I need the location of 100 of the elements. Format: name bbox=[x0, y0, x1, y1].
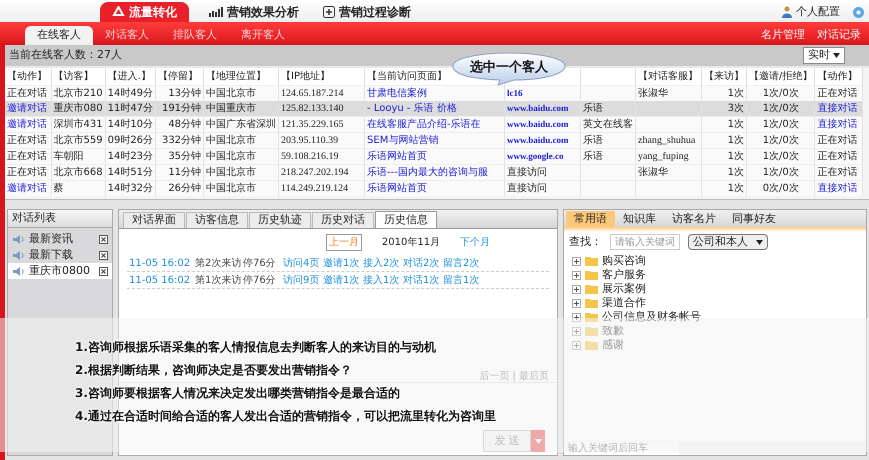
source-link[interactable]: www.baidu.com bbox=[507, 134, 569, 144]
expand-icon[interactable] bbox=[572, 284, 581, 294]
action-link[interactable]: 正在对话 bbox=[7, 166, 47, 178]
history-link[interactable]: 邀请1次 bbox=[323, 256, 363, 270]
header-link[interactable]: 对话记录 bbox=[817, 26, 861, 45]
column-header[interactable]: 【来访】 bbox=[704, 70, 744, 82]
close-icon[interactable] bbox=[99, 250, 108, 260]
action-link[interactable]: 直接对话 bbox=[817, 118, 858, 130]
folder-tree-item[interactable]: 客户服务 bbox=[572, 268, 866, 282]
action-link[interactable]: 正在对话 bbox=[7, 88, 47, 98]
action-link[interactable]: 邀请对话 bbox=[7, 182, 47, 194]
settings-icon[interactable] bbox=[852, 6, 865, 19]
action-link[interactable]: 正在对话 bbox=[7, 134, 47, 146]
history-link[interactable]: 访问9页 bbox=[283, 272, 323, 288]
visit-time-link[interactable]: 11-05 16:02 bbox=[129, 272, 195, 288]
action-link[interactable]: 邀请对话 bbox=[7, 118, 47, 130]
expand-icon[interactable] bbox=[572, 298, 581, 308]
mode-select[interactable]: 实时 bbox=[803, 47, 845, 64]
column-header[interactable]: 【访客】 bbox=[54, 70, 94, 82]
header-link[interactable]: 名片管理 bbox=[761, 26, 805, 45]
table-cell: zhang_shuhua bbox=[638, 134, 696, 146]
column-header[interactable]: 【地理位置】 bbox=[206, 70, 266, 82]
scope-select[interactable]: 公司和本人 bbox=[688, 234, 768, 250]
history-link[interactable]: 访问4页 bbox=[283, 256, 323, 270]
panel-tab[interactable]: 常用语 bbox=[566, 211, 615, 227]
expand-icon[interactable] bbox=[572, 270, 581, 280]
page-link[interactable]: 乐语网站首页 bbox=[367, 182, 428, 194]
top-tab[interactable]: 营销过程诊断 bbox=[311, 2, 423, 22]
top-tab[interactable]: 流量转化 bbox=[100, 2, 189, 22]
action-link[interactable]: 正在对话 bbox=[817, 134, 858, 146]
column-header[interactable]: 【当前访问页面】 bbox=[367, 70, 448, 82]
panel-tab[interactable]: 历史对话 bbox=[312, 212, 374, 228]
panel-tab[interactable]: 历史轨迹 bbox=[249, 212, 311, 228]
folder-tree-item[interactable]: 渠道合作 bbox=[572, 296, 866, 310]
column-header[interactable]: 【进入.】 bbox=[108, 70, 151, 82]
user-menu[interactable]: 个人配置 bbox=[782, 2, 840, 22]
search-field[interactable]: 请输入关键词 bbox=[610, 234, 680, 250]
history-link[interactable]: 接入2次 bbox=[363, 256, 403, 270]
chat-list-item[interactable]: 最新下载 bbox=[8, 247, 112, 263]
visitor-row[interactable]: 邀请对话 蔡 14时32分 26分钟 中国北京市 114.249.219.124 乐语网站首页 直接访问 1次 0次/0次 直接对话 bbox=[5, 180, 863, 196]
column-header[interactable]: 【动作】 bbox=[7, 70, 47, 82]
visitor-row[interactable]: 正在对话 车朝阳 14时23分 35分钟 中国北京市 59.108.216.19 乐语网站首页 www.google.co 乐语 yang_fuping 1次 1次/0次 正在对话 bbox=[5, 148, 863, 164]
folder-tree-item[interactable]: 公司信息及财务帐号 bbox=[572, 310, 866, 324]
history-link[interactable]: 对话1次 bbox=[403, 272, 443, 288]
panel-tab[interactable]: 访客名片 bbox=[664, 211, 724, 227]
visitor-row[interactable]: 邀请对话 深圳市431 14时10分 48分钟 中国广东省深圳 121.35.229.165 在线客服产品介绍-乐语在 www.baidu.com 英文在线客 1次 1次/0次 直接对话 bbox=[5, 116, 863, 132]
page-link[interactable]: 甘肃电信案例 bbox=[367, 88, 428, 98]
source-link[interactable]: www.baidu.com bbox=[507, 118, 569, 128]
source-link[interactable]: 直接访问 bbox=[507, 166, 548, 178]
expand-icon[interactable] bbox=[572, 312, 581, 322]
panel-tab[interactable]: 知识库 bbox=[615, 211, 664, 227]
action-link[interactable]: 正在对话 bbox=[7, 150, 47, 162]
history-link[interactable]: 留言2次 bbox=[443, 256, 483, 270]
visitor-row[interactable]: 正在对话 北京市668 14时51分 11分钟 中国北京市 218.247.202.194 乐语---国内最大的咨询与服 直接访问 张淑华 1次 1次/0次 正在对话 bbox=[5, 164, 863, 180]
visit-time-link[interactable]: 11-05 16:02 bbox=[129, 256, 195, 270]
action-link[interactable]: 正在对话 bbox=[817, 88, 858, 98]
action-link[interactable]: 直接对话 bbox=[817, 102, 858, 114]
page-link[interactable]: - Looyu - 乐语 价格 bbox=[367, 102, 457, 114]
column-header[interactable]: 【停留】 bbox=[158, 70, 198, 82]
source-link[interactable]: 直接访问 bbox=[507, 182, 548, 194]
keyword-field[interactable]: 输入关键词后回车 bbox=[564, 442, 679, 454]
chat-list-item[interactable]: 重庆市0800 bbox=[8, 263, 112, 279]
folder-tree-item[interactable]: 展示案例 bbox=[572, 282, 866, 296]
sub-tab[interactable]: 在线客人 bbox=[25, 26, 93, 45]
history-link[interactable]: 邀请1次 bbox=[323, 272, 363, 288]
history-link[interactable]: 接入1次 bbox=[363, 272, 403, 288]
visitor-row[interactable]: 正在对话 北京市210 14时49分 13分钟 中国北京市 124.65.187.214 甘肃电信案例 lc16 张淑华 1次 1次/0次 正在对话 bbox=[5, 85, 863, 100]
column-header[interactable]: 【对话客服】 bbox=[638, 70, 698, 82]
action-link[interactable]: 正在对话 bbox=[817, 150, 858, 162]
table-cell: 14时51分 bbox=[108, 166, 154, 178]
page-link[interactable]: 乐语---国内最大的咨询与服 bbox=[367, 166, 488, 178]
page-link[interactable]: 在线客服产品介绍-乐语在 bbox=[367, 118, 481, 130]
action-link[interactable]: 直接对话 bbox=[817, 182, 858, 194]
panel-tab[interactable]: 历史信息 bbox=[375, 211, 437, 228]
column-header[interactable]: 【IP地址】 bbox=[281, 70, 330, 82]
page-link[interactable]: SEM与网站营销 bbox=[367, 134, 438, 146]
action-link[interactable]: 邀请对话 bbox=[7, 102, 47, 114]
source-link[interactable]: lc16 bbox=[507, 88, 523, 98]
close-icon[interactable] bbox=[99, 234, 108, 244]
close-icon[interactable] bbox=[99, 266, 108, 276]
table-cell: 1次/0次 bbox=[762, 88, 799, 98]
column-header[interactable]: 【邀请/拒绝】 bbox=[749, 70, 812, 82]
history-link[interactable]: 留言1次 bbox=[443, 272, 483, 288]
panel-tab[interactable]: 访客信息 bbox=[186, 212, 248, 228]
page-link[interactable]: 乐语网站首页 bbox=[367, 150, 428, 162]
callout: 选中一个客人 bbox=[452, 52, 566, 86]
panel-tab[interactable]: 对话界面 bbox=[123, 212, 185, 228]
visitor-row[interactable]: 正在对话 北京市559 09时26分 332分钟 中国北京市 203.95.110.39 SEM与网站营销 www.baidu.com 乐语 zhang_shuhua 1次 1次/0次 正在对话 bbox=[5, 132, 863, 148]
visitor-row[interactable]: 邀请对话 重庆市080 11时47分 191分钟 中国重庆市 125.82.133.140 - Looyu - 乐语 价格 www.baidu.com 乐语 3次 1次/0次 直接对话 bbox=[5, 100, 863, 116]
history-link[interactable]: 对话2次 bbox=[403, 256, 443, 270]
next-month-link[interactable]: 下个月 bbox=[460, 235, 490, 250]
column-header[interactable]: 【动作】 bbox=[817, 70, 858, 82]
source-link[interactable]: www.google.co bbox=[507, 150, 564, 160]
source-link[interactable]: www.baidu.com bbox=[507, 102, 569, 112]
expand-icon[interactable] bbox=[572, 256, 581, 266]
chat-list-item[interactable]: 最新资讯 bbox=[8, 231, 112, 247]
folder-tree-item[interactable]: 购买咨询 bbox=[572, 254, 866, 268]
top-tab[interactable]: 营销效果分析 bbox=[197, 2, 311, 22]
panel-tab[interactable]: 同事好友 bbox=[724, 211, 784, 227]
action-link[interactable]: 正在对话 bbox=[817, 166, 858, 178]
